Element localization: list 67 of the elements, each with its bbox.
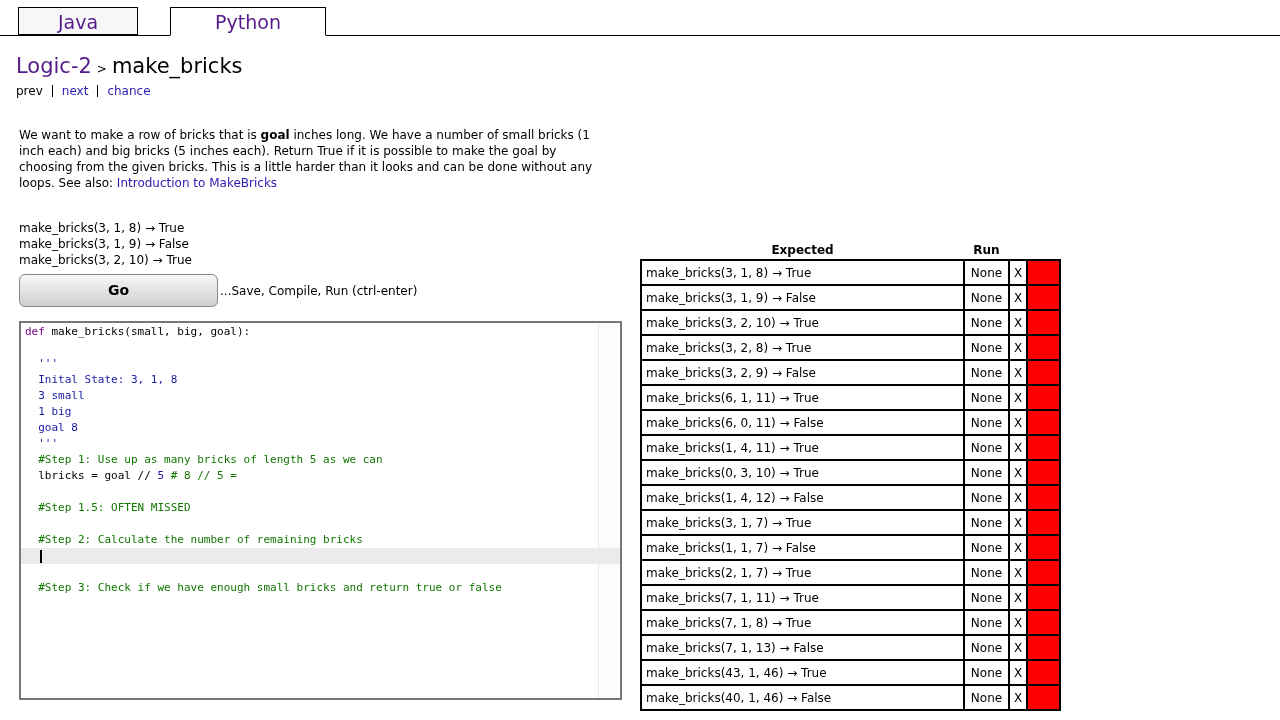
- expected-cell: make_bricks(1, 4, 11) → True: [641, 435, 964, 460]
- text-cursor: [40, 550, 42, 563]
- code-line: Inital State: 3, 1, 8: [37, 373, 178, 386]
- run-cell: None: [964, 485, 1009, 510]
- code-line: def make_bricks(small, big, goal):: [25, 325, 251, 338]
- nav-link[interactable]: chance: [107, 83, 151, 99]
- expected-cell: make_bricks(6, 1, 11) → True: [641, 385, 964, 410]
- code-editor[interactable]: [19, 321, 622, 700]
- exercise-title: make_bricks: [111, 53, 243, 80]
- run-cell: None: [964, 285, 1009, 310]
- expected-cell: make_bricks(1, 4, 12) → False: [641, 485, 964, 510]
- expected-cell: make_bricks(3, 2, 9) → False: [641, 360, 964, 385]
- expected-cell: make_bricks(1, 1, 7) → False: [641, 535, 964, 560]
- column-header: Run: [973, 242, 1000, 257]
- run-cell: None: [964, 560, 1009, 585]
- expected-cell: make_bricks(3, 1, 8) → True: [641, 260, 964, 285]
- code-line: ''': [37, 357, 59, 370]
- run-cell: None: [964, 660, 1009, 685]
- expected-cell: make_bricks(6, 0, 11) → False: [641, 410, 964, 435]
- column-header: Expected: [771, 242, 834, 257]
- code-line: ''': [37, 437, 59, 450]
- expected-cell: make_bricks(3, 2, 10) → True: [641, 310, 964, 335]
- run-cell: None: [964, 685, 1009, 710]
- expected-cell: make_bricks(40, 1, 46) → False: [641, 685, 964, 710]
- run-cell: None: [964, 310, 1009, 335]
- expected-cell: make_bricks(7, 1, 8) → True: [641, 610, 964, 635]
- code-line: 3 small: [37, 389, 85, 402]
- problem-description: We want to make a row of bricks that is goal inches long. We have a number of small bricks (1 inch each) and big bricks (5 inches each). Return True if it is possible to make the goal by choosing from the given bricks. This is a little harder than it looks and can be done without any loops. See also: Introduction to MakeBricks: [19, 127, 594, 191]
- expected-cell: make_bricks(2, 1, 7) → True: [641, 560, 964, 585]
- code-line: goal 8: [37, 421, 78, 434]
- nav-text: prev: [16, 83, 43, 99]
- code-line: #Step 1: Use up as many bricks of length 5 as we can: [37, 453, 383, 466]
- run-cell: None: [964, 510, 1009, 535]
- expected-cell: make_bricks(7, 1, 11) → True: [641, 585, 964, 610]
- nav-link[interactable]: next: [61, 83, 89, 99]
- run-cell: None: [964, 635, 1009, 660]
- code-line: #Step 2: Calculate the number of remaining bricks: [37, 533, 363, 546]
- section-link[interactable]: Logic-2: [16, 52, 92, 80]
- run-cell: None: [964, 410, 1009, 435]
- intro-link[interactable]: Introduction to MakeBricks: [116, 176, 278, 190]
- code-line: lbricks = goal // 5 # 8 // 5 =: [37, 469, 237, 482]
- run-cell: None: [964, 260, 1009, 285]
- go-button[interactable]: Go: [19, 274, 218, 307]
- expected-cell: make_bricks(0, 3, 10) → True: [641, 460, 964, 485]
- code-line: #Step 3: Check if we have enough small bricks and return true or false: [37, 581, 502, 594]
- run-cell: None: [964, 385, 1009, 410]
- run-cell: None: [964, 460, 1009, 485]
- run-cell: None: [964, 610, 1009, 635]
- example-call: make_bricks(3, 2, 10) → True: [19, 252, 192, 268]
- run-hint: ...Save, Compile, Run (ctrl-enter): [220, 282, 418, 300]
- run-cell: None: [964, 360, 1009, 385]
- expected-cell: make_bricks(3, 1, 7) → True: [641, 510, 964, 535]
- run-cell: None: [964, 585, 1009, 610]
- run-cell: None: [964, 535, 1009, 560]
- run-cell: None: [964, 335, 1009, 360]
- language-tab[interactable]: Python: [170, 7, 326, 36]
- code-line: #Step 1.5: OFTEN MISSED: [37, 501, 191, 514]
- expected-cell: make_bricks(3, 2, 8) → True: [641, 335, 964, 360]
- example-call: make_bricks(3, 1, 9) → False: [19, 236, 189, 252]
- expected-cell: make_bricks(43, 1, 46) → True: [641, 660, 964, 685]
- language-tab[interactable]: Java: [18, 7, 138, 35]
- breadcrumb-separator: >: [96, 61, 107, 78]
- expected-cell: make_bricks(7, 1, 13) → False: [641, 635, 964, 660]
- code-line: 1 big: [37, 405, 72, 418]
- run-cell: None: [964, 435, 1009, 460]
- expected-cell: make_bricks(3, 1, 9) → False: [641, 285, 964, 310]
- example-call: make_bricks(3, 1, 8) → True: [19, 220, 185, 236]
